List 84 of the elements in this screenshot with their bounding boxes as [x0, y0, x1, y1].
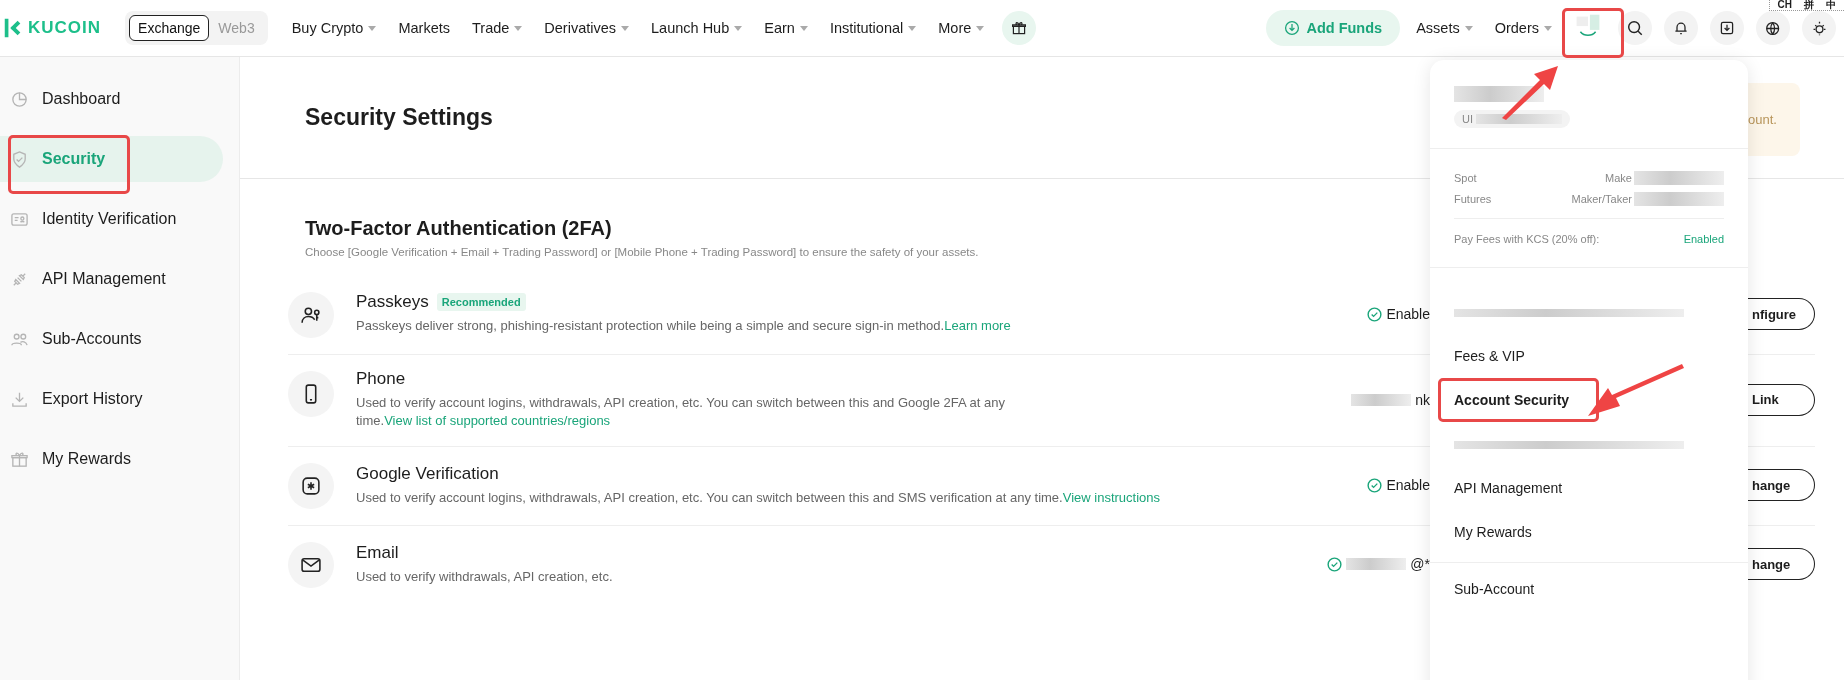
input-method-item[interactable]: CH	[1777, 0, 1792, 10]
method-title: Google Verification	[356, 463, 499, 484]
bell-icon	[1673, 20, 1689, 36]
kcs-status: Enabled	[1683, 233, 1724, 245]
nav-menu-item[interactable]: Earn	[764, 20, 808, 36]
input-method-item[interactable]: 拼	[1804, 0, 1814, 10]
caret-icon	[514, 25, 523, 31]
nav-menu-item[interactable]: Derivatives	[544, 20, 630, 36]
fee-label: Futures	[1454, 193, 1493, 205]
nav-menu-item[interactable]: Trade	[472, 20, 523, 36]
caret-icon	[1544, 25, 1552, 31]
caret-icon	[976, 25, 985, 31]
phone-icon	[288, 371, 334, 417]
nav-menu-item[interactable]: Markets	[398, 20, 450, 36]
authenticator-icon	[288, 463, 334, 510]
caret-icon	[908, 25, 917, 31]
check-icon	[1367, 306, 1383, 322]
menu-item[interactable]: Fees & VIP	[1430, 334, 1748, 378]
method-description: Used to verify account logins, withdrawals, API creation, etc. You can switch between this and SMS verification at any time.View instructions	[356, 488, 1161, 507]
status-text: nk	[1415, 391, 1430, 408]
sidebar-item[interactable]: Export History	[0, 376, 223, 422]
method-description: Used to verify withdrawals, API creation, etc.	[356, 567, 614, 586]
brand-name: KUCOIN	[28, 18, 102, 38]
search-icon	[1626, 19, 1644, 37]
check-icon	[1367, 477, 1383, 493]
globe-icon	[1764, 19, 1782, 37]
input-method-item[interactable]: 中	[1826, 0, 1836, 10]
nav-menu-item[interactable]: Orders	[1494, 20, 1552, 36]
uid-label: UI	[1462, 113, 1473, 125]
nav-menu-item[interactable]: Institutional	[829, 20, 917, 36]
globe-button[interactable]	[1756, 11, 1790, 45]
arrow	[1500, 64, 1560, 120]
method-title: Passkeys	[356, 292, 429, 313]
redacted-text	[1351, 393, 1412, 406]
download-icon	[1284, 20, 1301, 36]
method-title: Phone	[356, 369, 406, 389]
caret-icon	[368, 25, 377, 31]
caret-icon	[1464, 25, 1473, 31]
caret-icon	[734, 25, 743, 31]
passkey-icon	[288, 292, 334, 338]
status-text: Enable	[1386, 477, 1430, 494]
caret-icon	[621, 25, 630, 31]
menu-item[interactable]: API Management	[1430, 466, 1748, 510]
mode-tab[interactable]: Exchange	[129, 15, 210, 41]
section-title: Two-Factor Authentication (2FA)	[305, 217, 612, 240]
fee-value: Maker/Taker	[1571, 193, 1632, 205]
sidebar-item[interactable]: API Management	[0, 256, 223, 302]
recommended-badge: Recommended	[436, 293, 526, 312]
method-title: Email	[356, 542, 399, 563]
notice-text: ount.	[1748, 112, 1777, 127]
menu-item[interactable]: My Rewards	[1430, 510, 1748, 554]
method-description: Passkeys deliver strong, phishing-resistant protection while being a simple and secure sign-in method.Learn more	[356, 317, 1012, 336]
nav-menu-item[interactable]: Launch Hub	[651, 20, 743, 36]
menu-item[interactable]: Account Security	[1438, 378, 1600, 422]
shield-icon	[10, 149, 29, 169]
fee-value: Make	[1605, 172, 1632, 184]
highlight-box	[1562, 8, 1624, 58]
method-description: Used to verify account logins, withdrawals, API creation, etc. You can switch between this and Google 2FA at any time.View list of supported countries/regions	[356, 394, 1006, 431]
sidebar-item[interactable]: Sub-Accounts	[0, 316, 223, 362]
status-text: Enable	[1386, 306, 1430, 322]
kcs-label: Pay Fees with KCS (20% off):	[1454, 233, 1601, 245]
download-button[interactable]	[1710, 11, 1744, 45]
gift-icon	[1011, 20, 1028, 36]
mail-icon	[288, 542, 334, 589]
gift-button[interactable]	[1002, 11, 1037, 45]
download-icon	[1719, 20, 1735, 36]
check-icon	[1327, 556, 1343, 572]
section-subtitle: Choose [Google Verification + Email + Trading Password] or [Mobile Phone + Trading Password] to ensure the safety of your assets.	[305, 246, 980, 258]
sidebar-item[interactable]: Dashboard	[0, 76, 223, 122]
nav-menu-item[interactable]: Assets	[1416, 20, 1473, 36]
sidebar-item[interactable]: My Rewards	[0, 436, 223, 482]
bell-button[interactable]	[1664, 11, 1698, 45]
chart-icon	[10, 89, 29, 109]
fee-label: Spot	[1454, 172, 1478, 184]
menu-item[interactable]: Sub-Account	[1430, 567, 1748, 611]
search-button[interactable]	[1618, 11, 1652, 45]
page-title: Security Settings	[305, 104, 493, 131]
nav-menu-item[interactable]: Buy Crypto	[291, 20, 377, 36]
status-text: @*	[1410, 556, 1430, 573]
sidebar-item[interactable]: Identity Verification	[0, 196, 223, 242]
redacted-text	[1346, 558, 1407, 571]
nav-menu-item[interactable]: More	[938, 20, 985, 36]
theme-button[interactable]	[1802, 11, 1836, 45]
caret-icon	[799, 25, 808, 31]
